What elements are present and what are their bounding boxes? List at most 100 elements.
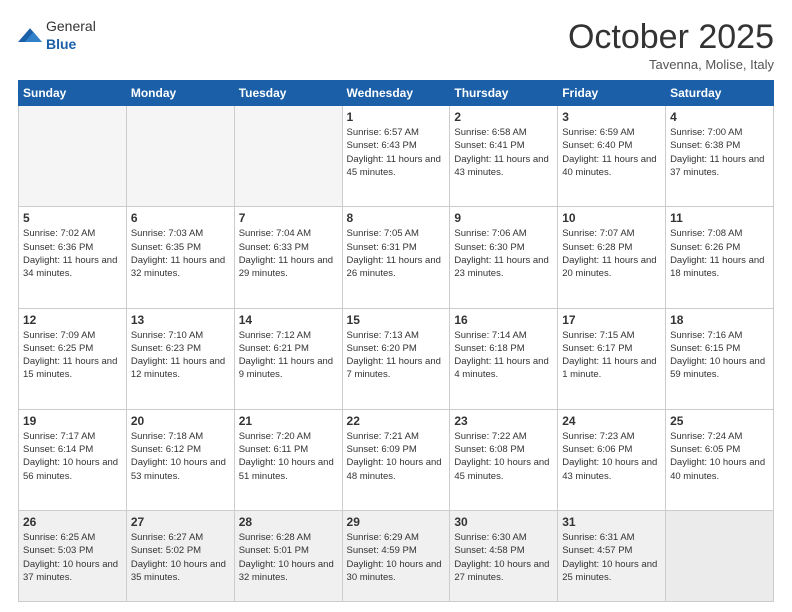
day-info: Sunrise: 7:15 AMSunset: 6:17 PMDaylight:… <box>562 329 661 382</box>
calendar-cell: 10 Sunrise: 7:07 AMSunset: 6:28 PMDayligh… <box>558 207 666 308</box>
calendar-cell: 20 Sunrise: 7:18 AMSunset: 6:12 PMDayligh… <box>126 409 234 510</box>
calendar-cell: 28 Sunrise: 6:28 AMSunset: 5:01 PMDayligh… <box>234 511 342 602</box>
logo: General Blue <box>18 18 96 54</box>
day-info: Sunrise: 6:25 AMSunset: 5:03 PMDaylight:… <box>23 531 122 584</box>
calendar-cell <box>666 511 774 602</box>
week-row: 1 Sunrise: 6:57 AMSunset: 6:43 PMDaylight… <box>19 106 774 207</box>
day-number: 6 <box>131 211 230 225</box>
day-header: Saturday <box>666 81 774 106</box>
calendar-cell: 22 Sunrise: 7:21 AMSunset: 6:09 PMDayligh… <box>342 409 450 510</box>
calendar-cell: 18 Sunrise: 7:16 AMSunset: 6:15 PMDayligh… <box>666 308 774 409</box>
day-header: Wednesday <box>342 81 450 106</box>
calendar-cell: 17 Sunrise: 7:15 AMSunset: 6:17 PMDayligh… <box>558 308 666 409</box>
day-info: Sunrise: 7:14 AMSunset: 6:18 PMDaylight:… <box>454 329 553 382</box>
day-number: 21 <box>239 414 338 428</box>
day-info: Sunrise: 7:00 AMSunset: 6:38 PMDaylight:… <box>670 126 769 179</box>
day-info: Sunrise: 7:09 AMSunset: 6:25 PMDaylight:… <box>23 329 122 382</box>
day-number: 2 <box>454 110 553 124</box>
day-number: 24 <box>562 414 661 428</box>
calendar-cell: 13 Sunrise: 7:10 AMSunset: 6:23 PMDayligh… <box>126 308 234 409</box>
day-number: 20 <box>131 414 230 428</box>
calendar-cell: 23Sunrise: 7:22 AMSunset: 6:08 PMDayligh… <box>450 409 558 510</box>
calendar-cell: 4 Sunrise: 7:00 AMSunset: 6:38 PMDaylight… <box>666 106 774 207</box>
day-number: 1 <box>347 110 446 124</box>
day-number: 7 <box>239 211 338 225</box>
day-number: 18 <box>670 313 769 327</box>
week-row: 12Sunrise: 7:09 AMSunset: 6:25 PMDayligh… <box>19 308 774 409</box>
calendar-cell: 1 Sunrise: 6:57 AMSunset: 6:43 PMDaylight… <box>342 106 450 207</box>
calendar-cell: 3Sunrise: 6:59 AMSunset: 6:40 PMDaylight… <box>558 106 666 207</box>
calendar-cell: 14 Sunrise: 7:12 AMSunset: 6:21 PMDayligh… <box>234 308 342 409</box>
day-info: Sunrise: 7:20 AMSunset: 6:11 PMDaylight:… <box>239 430 338 483</box>
day-info: Sunrise: 7:21 AMSunset: 6:09 PMDaylight:… <box>347 430 446 483</box>
day-info: Sunrise: 7:18 AMSunset: 6:12 PMDaylight:… <box>131 430 230 483</box>
calendar-cell: 11Sunrise: 7:08 AMSunset: 6:26 PMDayligh… <box>666 207 774 308</box>
calendar-cell <box>234 106 342 207</box>
calendar-cell: 19 Sunrise: 7:17 AMSunset: 6:14 PMDayligh… <box>19 409 127 510</box>
calendar-cell: 2 Sunrise: 6:58 AMSunset: 6:41 PMDaylight… <box>450 106 558 207</box>
subtitle: Tavenna, Molise, Italy <box>568 57 774 72</box>
day-number: 17 <box>562 313 661 327</box>
day-number: 8 <box>347 211 446 225</box>
day-number: 22 <box>347 414 446 428</box>
day-info: Sunrise: 6:59 AMSunset: 6:40 PMDaylight:… <box>562 126 661 179</box>
day-number: 27 <box>131 515 230 529</box>
title-block: October 2025 Tavenna, Molise, Italy <box>568 18 774 72</box>
calendar-cell: 12Sunrise: 7:09 AMSunset: 6:25 PMDayligh… <box>19 308 127 409</box>
day-info: Sunrise: 6:29 AMSunset: 4:59 PMDaylight:… <box>347 531 446 584</box>
logo-general: General <box>46 18 96 34</box>
day-info: Sunrise: 7:17 AMSunset: 6:14 PMDaylight:… <box>23 430 122 483</box>
calendar-table: SundayMondayTuesdayWednesdayThursdayFrid… <box>18 80 774 602</box>
day-number: 14 <box>239 313 338 327</box>
day-number: 19 <box>23 414 122 428</box>
day-info: Sunrise: 7:13 AMSunset: 6:20 PMDaylight:… <box>347 329 446 382</box>
day-info: Sunrise: 7:23 AMSunset: 6:06 PMDaylight:… <box>562 430 661 483</box>
day-info: Sunrise: 7:04 AMSunset: 6:33 PMDaylight:… <box>239 227 338 280</box>
day-number: 9 <box>454 211 553 225</box>
day-number: 10 <box>562 211 661 225</box>
day-number: 31 <box>562 515 661 529</box>
day-info: Sunrise: 7:02 AMSunset: 6:36 PMDaylight:… <box>23 227 122 280</box>
calendar-cell <box>126 106 234 207</box>
calendar-cell: 26 Sunrise: 6:25 AMSunset: 5:03 PMDayligh… <box>19 511 127 602</box>
header-row: SundayMondayTuesdayWednesdayThursdayFrid… <box>19 81 774 106</box>
calendar-cell: 6 Sunrise: 7:03 AMSunset: 6:35 PMDaylight… <box>126 207 234 308</box>
day-info: Sunrise: 7:06 AMSunset: 6:30 PMDaylight:… <box>454 227 553 280</box>
logo-icon <box>18 26 42 46</box>
day-info: Sunrise: 7:12 AMSunset: 6:21 PMDaylight:… <box>239 329 338 382</box>
logo-blue: Blue <box>46 36 76 52</box>
day-info: Sunrise: 6:58 AMSunset: 6:41 PMDaylight:… <box>454 126 553 179</box>
day-info: Sunrise: 7:03 AMSunset: 6:35 PMDaylight:… <box>131 227 230 280</box>
calendar-cell: 15Sunrise: 7:13 AMSunset: 6:20 PMDayligh… <box>342 308 450 409</box>
week-row: 19 Sunrise: 7:17 AMSunset: 6:14 PMDayligh… <box>19 409 774 510</box>
day-number: 26 <box>23 515 122 529</box>
day-info: Sunrise: 6:57 AMSunset: 6:43 PMDaylight:… <box>347 126 446 179</box>
day-header: Monday <box>126 81 234 106</box>
calendar-cell: 25Sunrise: 7:24 AMSunset: 6:05 PMDayligh… <box>666 409 774 510</box>
day-number: 4 <box>670 110 769 124</box>
day-info: Sunrise: 7:08 AMSunset: 6:26 PMDaylight:… <box>670 227 769 280</box>
day-info: Sunrise: 6:27 AMSunset: 5:02 PMDaylight:… <box>131 531 230 584</box>
calendar-cell: 7 Sunrise: 7:04 AMSunset: 6:33 PMDaylight… <box>234 207 342 308</box>
header: General Blue October 2025 Tavenna, Molis… <box>18 18 774 72</box>
day-number: 23 <box>454 414 553 428</box>
calendar-cell: 30 Sunrise: 6:30 AMSunset: 4:58 PMDayligh… <box>450 511 558 602</box>
calendar-cell: 29Sunrise: 6:29 AMSunset: 4:59 PMDayligh… <box>342 511 450 602</box>
day-info: Sunrise: 7:10 AMSunset: 6:23 PMDaylight:… <box>131 329 230 382</box>
day-header: Thursday <box>450 81 558 106</box>
week-row: 26 Sunrise: 6:25 AMSunset: 5:03 PMDayligh… <box>19 511 774 602</box>
day-number: 5 <box>23 211 122 225</box>
day-number: 16 <box>454 313 553 327</box>
calendar-cell: 16 Sunrise: 7:14 AMSunset: 6:18 PMDayligh… <box>450 308 558 409</box>
day-info: Sunrise: 6:28 AMSunset: 5:01 PMDaylight:… <box>239 531 338 584</box>
day-info: Sunrise: 7:16 AMSunset: 6:15 PMDaylight:… <box>670 329 769 382</box>
day-info: Sunrise: 7:05 AMSunset: 6:31 PMDaylight:… <box>347 227 446 280</box>
calendar-cell: 24 Sunrise: 7:23 AMSunset: 6:06 PMDayligh… <box>558 409 666 510</box>
day-info: Sunrise: 6:30 AMSunset: 4:58 PMDaylight:… <box>454 531 553 584</box>
day-info: Sunrise: 7:07 AMSunset: 6:28 PMDaylight:… <box>562 227 661 280</box>
calendar-cell: 5 Sunrise: 7:02 AMSunset: 6:36 PMDaylight… <box>19 207 127 308</box>
day-number: 30 <box>454 515 553 529</box>
day-number: 28 <box>239 515 338 529</box>
day-number: 13 <box>131 313 230 327</box>
calendar-cell <box>19 106 127 207</box>
